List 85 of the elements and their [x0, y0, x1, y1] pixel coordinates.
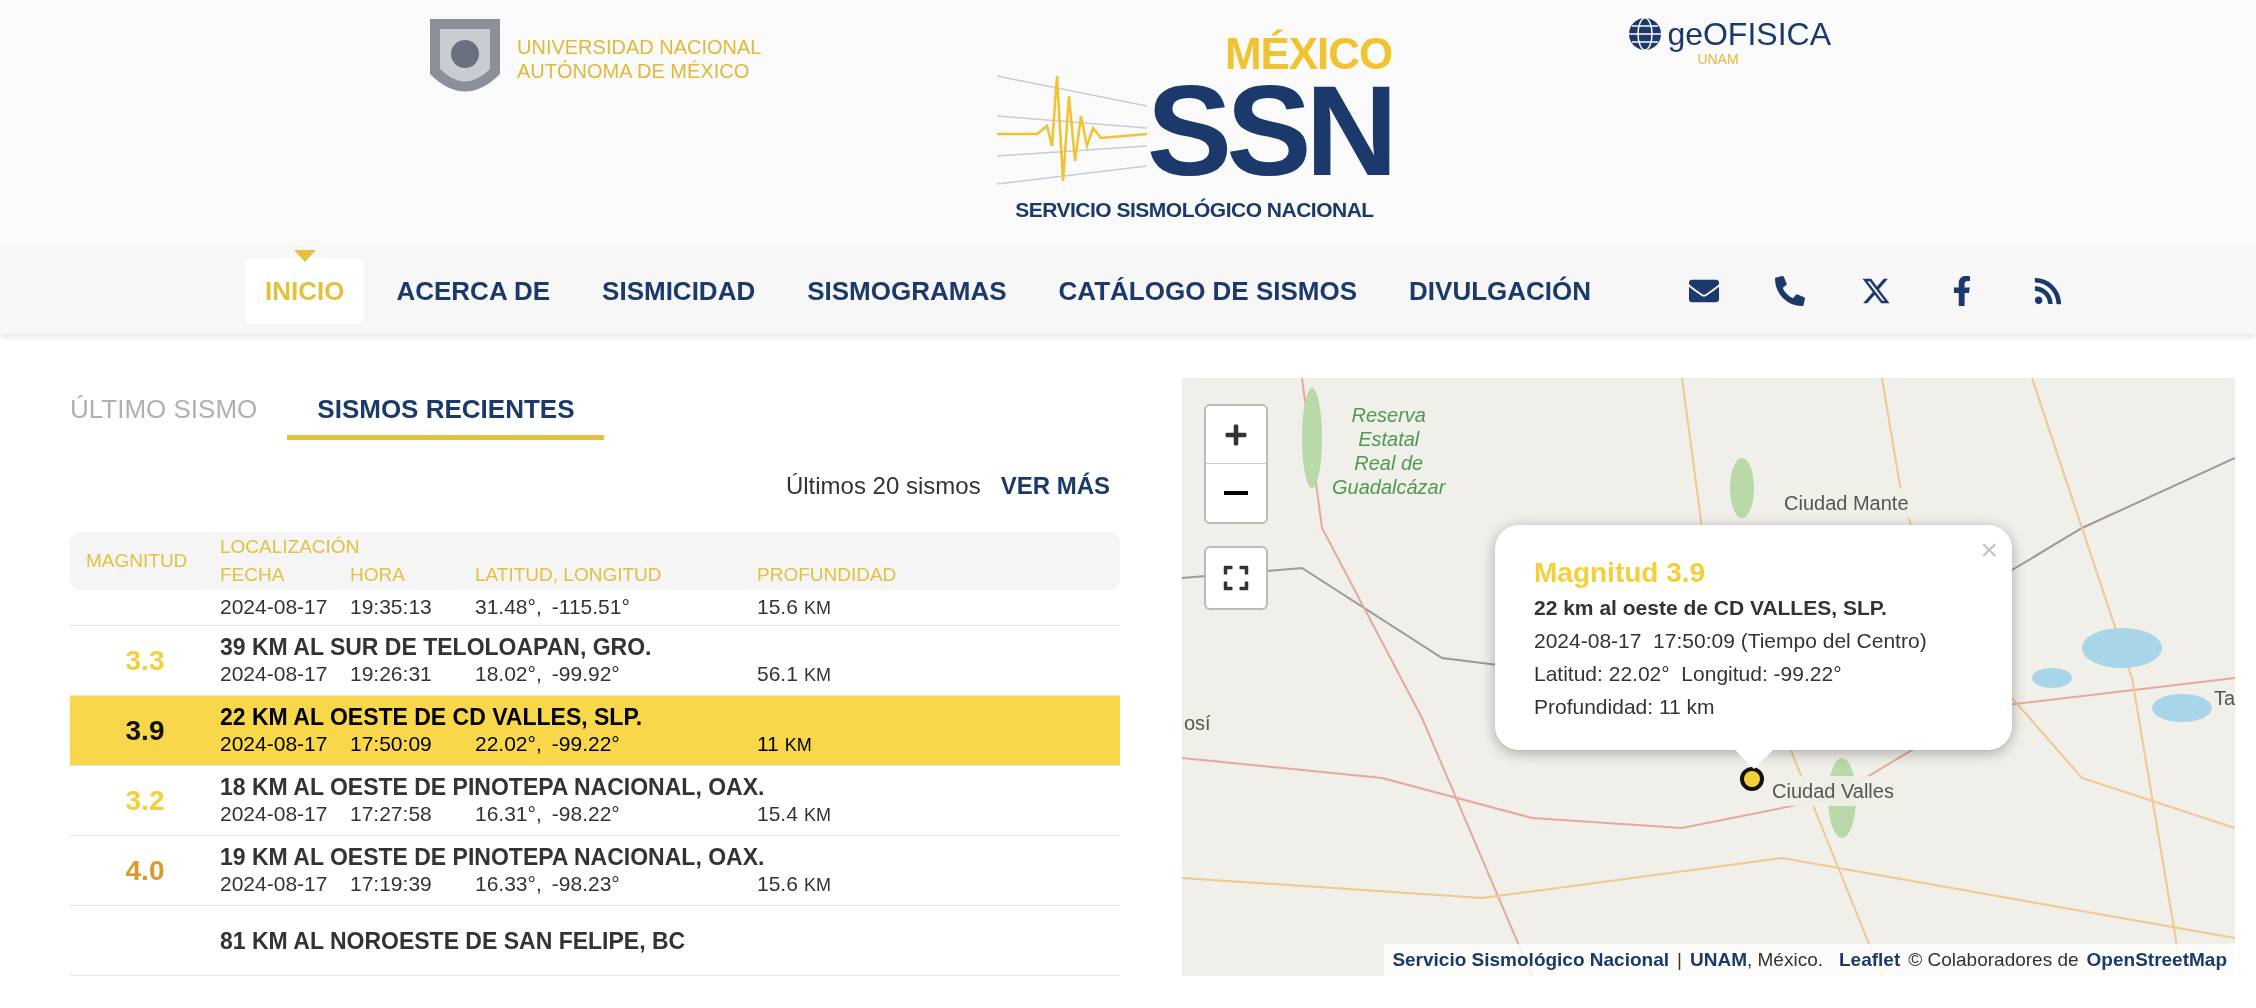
- popup-location: 22 km al oeste de CD VALLES, SLP.: [1534, 595, 1888, 621]
- popup-datetime: 2024-08-17 17:50:09 (Tiempo del Centro): [1534, 628, 1928, 654]
- depth-unit: KM: [803, 804, 831, 827]
- time-cell-text: 17:19:39: [350, 871, 433, 897]
- university-name: UNIVERSIDAD NACIONAL: [517, 35, 762, 59]
- fullscreen-icon: [1222, 564, 1250, 592]
- globe-icon: [1627, 16, 1664, 52]
- nav-item[interactable]: SISMICIDAD: [582, 258, 776, 324]
- nav-item[interactable]: ACERCA DE: [376, 258, 571, 324]
- rss-icon[interactable]: [2033, 276, 2064, 306]
- depth-cell: 15.6: [757, 871, 798, 897]
- attribution-text: , México.: [1746, 947, 1823, 972]
- separator-text: |: [1677, 947, 1682, 972]
- location-text: 39 KM AL SUR DE TELOLOAPAN, GRO.: [220, 633, 653, 661]
- latitude-cell-text: 16.33°,: [475, 871, 542, 897]
- attribution-text: © Colaboradores de: [1908, 947, 2079, 972]
- location-text: 81 KM AL NOROESTE DE SAN FELIPE, BC: [220, 926, 686, 955]
- depth-unit: KM: [803, 664, 831, 687]
- magnitude-value: 4.0: [125, 853, 165, 888]
- park-label: Reserva Estatal Real de Guadalcázar: [1332, 403, 1446, 499]
- plus-icon: [1224, 422, 1248, 447]
- longitude-cell-text: -115.51°: [551, 594, 630, 620]
- longitude-cell-text: -98.22°: [551, 801, 620, 827]
- leaflet-link[interactable]: Leaflet: [1839, 945, 1901, 974]
- phone-icon[interactable]: [1775, 276, 1806, 306]
- geofisica-subtitle: UNAM: [1697, 52, 1739, 66]
- date-cell-text: 2024-08-17: [220, 801, 329, 827]
- column-header: FECHA: [220, 563, 286, 587]
- minus-icon: [1224, 491, 1248, 495]
- depth-cell: 15.4: [757, 801, 798, 827]
- longitude-cell-text: -99.22°: [551, 731, 620, 757]
- x-logo-icon[interactable]: [1861, 276, 1892, 306]
- column-header: MAGNITUD: [85, 548, 189, 573]
- ssn-logo-text: SSN: [1146, 76, 1393, 186]
- longitude-cell-text: -98.23°: [551, 871, 620, 897]
- depth-unit: KM: [784, 734, 812, 757]
- openstreetmap-link[interactable]: OpenStreetMap: [2086, 945, 2227, 974]
- unam-link[interactable]: UNAM: [1689, 945, 1747, 974]
- nav-item[interactable]: SISMOGRAMAS: [787, 258, 1027, 324]
- popup-depth: Profundidad: 11 km: [1534, 694, 1716, 720]
- column-header: LATITUD, LONGITUD: [475, 563, 663, 587]
- time-cell-text: 19:26:31: [350, 661, 433, 687]
- longitude-cell-text: -99.92°: [551, 661, 620, 687]
- city-label: Ciudad Valles: [1770, 776, 1896, 806]
- latitude-cell-text: 16.31°,: [475, 801, 542, 827]
- time-cell-text: 19:35:13: [350, 594, 433, 620]
- location-text: 18 KM AL OESTE DE PINOTEPA NACIONAL, OAX.: [220, 773, 766, 801]
- magnitude-value: 3.9: [125, 713, 165, 748]
- city-label: Ciudad Mante: [1782, 488, 1911, 518]
- ssn-link[interactable]: Servicio Sismológico Nacional: [1392, 945, 1670, 974]
- caret-icon: [293, 250, 316, 262]
- latitude-cell-text: 18.02°,: [475, 661, 542, 687]
- university-name: AUTÓNOMA DE MÉXICO: [517, 59, 751, 83]
- magnitude-value: 3.2: [125, 783, 165, 818]
- date-cell-text: 2024-08-17: [220, 594, 329, 620]
- nav-item[interactable]: CATÁLOGO DE SISMOS: [1038, 258, 1378, 324]
- recent-count-text: Últimos 20 sismos: [785, 471, 981, 501]
- magnitude-value: 3.3: [125, 643, 165, 678]
- tab[interactable]: SISMOS RECIENTES: [287, 384, 605, 440]
- popup-title: Magnitud 3.9: [1534, 556, 1707, 590]
- column-header: PROFUNDIDAD: [757, 563, 897, 587]
- fullscreen-button[interactable]: [1204, 546, 1268, 610]
- depth-cell: 11: [757, 731, 779, 757]
- ver-mas-link[interactable]: VER MÁS: [1000, 468, 1110, 504]
- depth-cell: 15.6: [757, 594, 798, 620]
- column-header: HORA: [350, 563, 406, 587]
- earthquake-row[interactable]: 3.9 22 KM AL OESTE DE CD VALLES, SLP. 2024-08-17 17:50:09 22.02°, -99.22° 11 KM: [70, 696, 1120, 766]
- location-text: 19 KM AL OESTE DE PINOTEPA NACIONAL, OAX.: [220, 843, 766, 871]
- nav-item[interactable]: DIVULGACIÓN: [1389, 258, 1612, 324]
- depth-cell: 56.1: [757, 661, 798, 687]
- depth-unit: KM: [803, 874, 831, 897]
- institution-name: SERVICIO SISMOLÓGICO NACIONAL: [1015, 197, 1374, 223]
- popup-coordinates: Latitud: 22.02° Longitud: -99.22°: [1534, 661, 1843, 687]
- geofisica-logo-text: geOFISICA: [1667, 16, 1831, 52]
- date-cell-text: 2024-08-17: [220, 871, 329, 897]
- latitude-cell-text: 22.02°,: [475, 731, 542, 757]
- depth-unit: KM: [803, 597, 831, 620]
- epicenter-marker-icon: [1739, 766, 1765, 792]
- date-cell-text: 2024-08-17: [220, 661, 329, 687]
- time-cell-text: 17:50:09: [350, 731, 433, 757]
- column-header: LOCALIZACIÓN: [220, 534, 361, 559]
- time-cell-text: 17:27:58: [350, 801, 433, 827]
- date-cell-text: 2024-08-17: [220, 731, 329, 757]
- latitude-cell-text: 31.48°,: [475, 594, 542, 620]
- location-text: 22 KM AL OESTE DE CD VALLES, SLP.: [220, 703, 644, 731]
